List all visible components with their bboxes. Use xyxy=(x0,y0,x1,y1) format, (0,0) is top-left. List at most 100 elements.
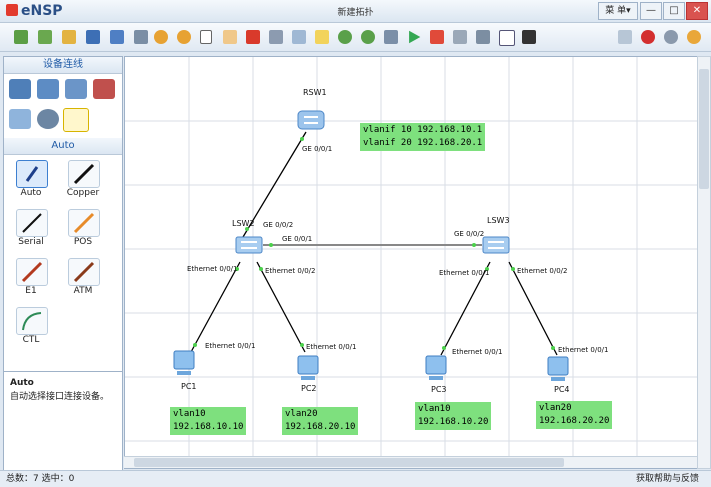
port-label: GE 0/0/1 xyxy=(302,145,333,153)
device-label-pc1: PC1 xyxy=(181,382,197,391)
description-box: Auto 自动选择接口连接设备。 xyxy=(4,371,122,470)
device-panel: 设备连线 Auto Auto Copper Serial POS E1 ATM … xyxy=(3,56,123,470)
note-pc4[interactable]: vlan20 192.168.20.20 xyxy=(536,401,613,429)
stop-icon[interactable] xyxy=(428,28,446,46)
maximize-button[interactable]: □ xyxy=(663,2,685,20)
description-text: 自动选择接口连接设备。 xyxy=(10,392,110,402)
device-label-rsw1: RSW1 xyxy=(303,88,327,97)
port-label: Ethernet 0/0/1 xyxy=(205,342,256,350)
rectangle-icon[interactable] xyxy=(313,28,331,46)
device-panel-header: 设备连线 xyxy=(4,57,122,74)
delete-icon[interactable] xyxy=(244,28,262,46)
e1-cable-icon[interactable] xyxy=(16,258,48,286)
atm-cable-icon[interactable] xyxy=(68,258,100,286)
menu-button[interactable]: 菜 单▾ xyxy=(598,2,638,20)
cable-label-serial: Serial xyxy=(18,237,44,247)
pc1-icon[interactable] xyxy=(171,347,199,379)
save-icon[interactable] xyxy=(84,28,102,46)
device-table-icon[interactable] xyxy=(382,28,400,46)
horizontal-scrollbar[interactable] xyxy=(124,456,697,468)
topology-icon[interactable] xyxy=(474,28,492,46)
undo-icon[interactable] xyxy=(152,28,170,46)
auto-cable-icon[interactable] xyxy=(16,160,48,188)
cable-label-atm: ATM xyxy=(73,286,93,296)
vertical-scrollbar[interactable] xyxy=(697,56,711,469)
help-feedback-link[interactable]: 获取帮助与反馈 xyxy=(636,471,699,487)
open-icon[interactable] xyxy=(60,28,78,46)
ctl-cable-icon[interactable] xyxy=(16,307,48,335)
zoom-in-icon[interactable] xyxy=(336,28,354,46)
note-pc3[interactable]: vlan10 192.168.10.20 xyxy=(415,402,492,430)
pc-terminal-icon[interactable] xyxy=(9,109,31,129)
device-label-pc4: PC4 xyxy=(554,385,570,394)
status-summary: 总数：7 选中：0 xyxy=(6,474,75,484)
device-label-pc3: PC3 xyxy=(431,385,447,394)
note-pc2[interactable]: vlan20 192.168.20.10 xyxy=(282,407,359,435)
link-lsw2-pc1 xyxy=(190,261,241,353)
horizontal-scroll-thumb[interactable] xyxy=(134,458,564,467)
port-label: Ethernet 0/0/1 xyxy=(558,346,609,354)
select-icon[interactable] xyxy=(198,28,216,46)
topology-canvas[interactable]: RSW1 LSW2 LSW3 PC1 PC2 PC3 PC4 GE 0/0/1 … xyxy=(124,56,699,469)
switch-lsw3-icon[interactable] xyxy=(480,231,512,259)
port-label: Ethernet 0/0/2 xyxy=(517,267,568,275)
print-icon[interactable] xyxy=(132,28,150,46)
pc3-icon[interactable] xyxy=(423,352,451,384)
zoom-out-icon[interactable] xyxy=(359,28,377,46)
screenshot-icon[interactable] xyxy=(520,28,538,46)
device-label-pc2: PC2 xyxy=(301,384,317,393)
new-example-icon[interactable] xyxy=(36,28,54,46)
help-icon[interactable] xyxy=(685,28,703,46)
port-label: Ethernet 0/0/1 xyxy=(439,269,490,277)
cable-icon[interactable] xyxy=(63,108,89,132)
link-lsw2-pc2 xyxy=(256,261,306,353)
cable-label-copper: Copper xyxy=(66,188,100,198)
pc4-icon[interactable] xyxy=(545,353,573,385)
port-label: Ethernet 0/0/1 xyxy=(452,348,503,356)
redo-icon[interactable] xyxy=(175,28,193,46)
device-label-lsw2: LSW2 xyxy=(232,219,255,228)
vertical-scroll-thumb[interactable] xyxy=(699,69,709,189)
huawei-icon[interactable] xyxy=(639,28,657,46)
capture-icon[interactable] xyxy=(451,28,469,46)
router-rsw1-icon[interactable] xyxy=(295,105,327,133)
minimize-button[interactable]: — xyxy=(640,2,662,20)
cable-panel-header: Auto xyxy=(4,138,122,155)
port-label: GE 0/0/2 xyxy=(454,230,485,238)
switch-icon[interactable] xyxy=(37,79,59,99)
wlan-icon[interactable] xyxy=(65,79,87,99)
pan-hand-icon[interactable] xyxy=(221,28,239,46)
serial-cable-icon[interactable] xyxy=(16,209,48,237)
pc2-icon[interactable] xyxy=(295,352,323,384)
port-label: Ethernet 0/0/1 xyxy=(306,343,357,351)
cable-label-pos: POS xyxy=(73,237,93,247)
firewall-icon[interactable] xyxy=(93,79,115,99)
new-topology-icon[interactable] xyxy=(12,28,30,46)
cable-label-ctl: CTL xyxy=(22,335,40,345)
note-rsw1-vlanif[interactable]: vlanif 10 192.168.10.1 vlanif 20 192.168… xyxy=(360,123,486,151)
forum-icon[interactable] xyxy=(616,28,634,46)
save-as-icon[interactable] xyxy=(108,28,126,46)
port-label: GE 0/0/1 xyxy=(282,235,313,243)
delete-all-icon[interactable] xyxy=(267,28,285,46)
cloud-icon[interactable] xyxy=(37,109,59,129)
port-label: GE 0/0/2 xyxy=(263,221,294,229)
text-note-icon[interactable] xyxy=(290,28,308,46)
display-grid-icon[interactable] xyxy=(497,28,515,46)
pos-cable-icon[interactable] xyxy=(68,209,100,237)
start-icon[interactable] xyxy=(405,28,423,46)
port-label: Ethernet 0/0/1 xyxy=(187,265,238,273)
router-icon[interactable] xyxy=(9,79,31,99)
close-button[interactable]: ✕ xyxy=(686,2,708,20)
toolbar xyxy=(0,23,711,52)
link-lsw3-pc4 xyxy=(508,261,558,356)
cable-label-auto: Auto xyxy=(20,188,42,198)
port-label: Ethernet 0/0/2 xyxy=(265,267,316,275)
settings-icon[interactable] xyxy=(662,28,680,46)
switch-lsw2-icon[interactable] xyxy=(233,231,265,259)
status-bar: 总数：7 选中：0 获取帮助与反馈 xyxy=(0,470,711,487)
copper-cable-icon[interactable] xyxy=(68,160,100,188)
description-title: Auto xyxy=(10,378,34,388)
cable-label-e1: E1 xyxy=(25,286,37,296)
note-pc1[interactable]: vlan10 192.168.10.10 xyxy=(170,407,247,435)
